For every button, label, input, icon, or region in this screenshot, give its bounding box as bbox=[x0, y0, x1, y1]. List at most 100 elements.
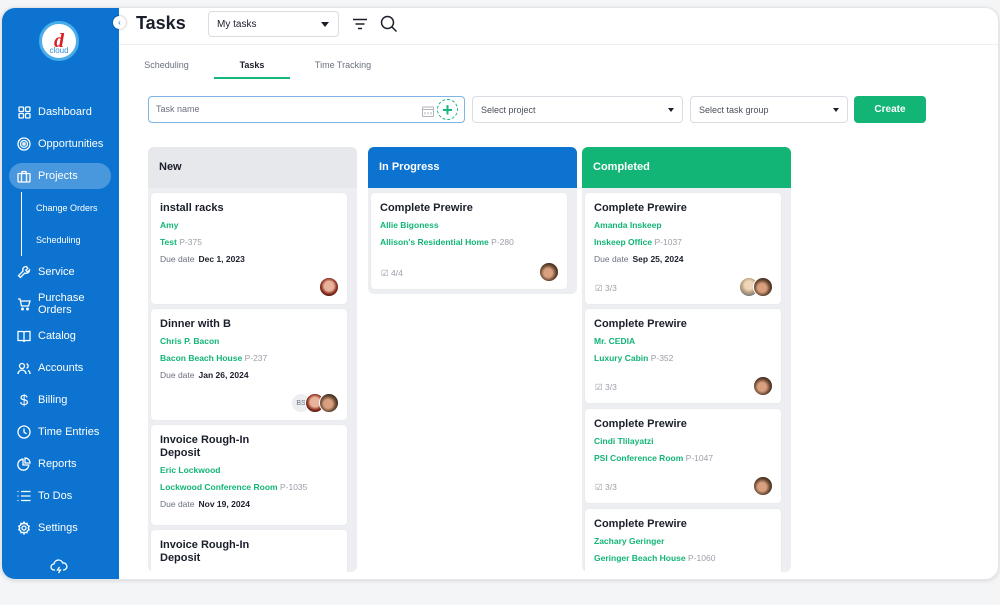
select-task-group-dropdown[interactable]: Select task group bbox=[690, 96, 848, 123]
assignee-avatars bbox=[539, 262, 559, 282]
create-button[interactable]: Create bbox=[854, 96, 926, 123]
avatar[interactable] bbox=[319, 393, 339, 413]
project-id: P-352 bbox=[650, 353, 674, 363]
target-icon bbox=[17, 137, 31, 151]
task-card[interactable]: Complete Prewire Cindi Tlilayatzi PSI Co… bbox=[585, 409, 781, 503]
task-project[interactable]: Inskeep Office P-1037 bbox=[594, 237, 772, 247]
task-view-select[interactable]: My tasks bbox=[208, 11, 339, 37]
task-card[interactable]: Invoice Rough-In Deposit bbox=[151, 530, 347, 572]
task-project[interactable]: Bacon Beach House P-237 bbox=[160, 353, 338, 363]
task-project[interactable]: Allison's Residential Home P-280 bbox=[380, 237, 558, 247]
task-due: Due date Sep 25, 2024 bbox=[594, 254, 772, 264]
task-name-input[interactable]: Task name bbox=[148, 96, 465, 123]
page-title: Tasks bbox=[136, 13, 186, 33]
sidebar-item-catalog[interactable]: Catalog bbox=[2, 320, 119, 352]
avatar[interactable] bbox=[753, 376, 773, 396]
caret-down-icon bbox=[668, 108, 674, 112]
task-contact[interactable]: Chris P. Bacon bbox=[160, 336, 338, 346]
task-title: Complete Prewire bbox=[594, 518, 687, 530]
task-project[interactable]: Geringer Beach House P-1060 bbox=[594, 553, 772, 563]
column-header: In Progress bbox=[368, 147, 577, 188]
sidebar-item-settings[interactable]: Settings bbox=[2, 512, 119, 544]
sidebar-item-label: Scheduling bbox=[36, 235, 81, 245]
task-project[interactable]: Luxury Cabin P-352 bbox=[594, 353, 772, 363]
tab-tasks[interactable]: Tasks bbox=[214, 53, 290, 79]
task-title: Invoice Rough-In Deposit bbox=[160, 539, 338, 565]
checklist-count: 3/3 bbox=[605, 482, 617, 492]
task-title: Dinner with B bbox=[160, 318, 231, 330]
sidebar-item-label: Purchase Orders bbox=[38, 292, 84, 316]
sidebar-item-billing[interactable]: $ Billing bbox=[2, 384, 119, 416]
filter-icon[interactable] bbox=[352, 17, 368, 35]
avatar[interactable] bbox=[319, 277, 339, 297]
column-header: Completed bbox=[582, 147, 791, 188]
sidebar-item-label: Catalog bbox=[38, 330, 76, 342]
task-card[interactable]: Dinner with B Chris P. Bacon Bacon Beach… bbox=[151, 309, 347, 420]
task-due: Due date Nov 19, 2024 bbox=[160, 499, 338, 509]
select-project-dropdown[interactable]: Select project bbox=[472, 96, 683, 123]
task-project[interactable]: PSI Conference Room P-1047 bbox=[594, 453, 772, 463]
project-name: Geringer Beach House bbox=[594, 553, 686, 563]
due-label: Due date bbox=[160, 370, 195, 380]
task-card[interactable]: Complete Prewire Mr. CEDIA Luxury Cabin … bbox=[585, 309, 781, 403]
sidebar-item-label: Time Entries bbox=[38, 426, 100, 438]
checklist-progress: ☑ 4/4 bbox=[381, 268, 403, 279]
task-card[interactable]: Complete Prewire Allie Bigoness Allison'… bbox=[371, 193, 567, 289]
task-card[interactable]: install racks Amy Test P-375 Due date Dec… bbox=[151, 193, 347, 304]
sidebar-item-dashboard[interactable]: Dashboard bbox=[2, 96, 119, 128]
sidebar-item-label: To Dos bbox=[38, 490, 73, 502]
project-id: P-237 bbox=[244, 353, 268, 363]
task-title: install racks bbox=[160, 202, 224, 214]
cloud-sync-icon[interactable] bbox=[50, 559, 68, 574]
task-contact[interactable]: Zachary Geringer bbox=[594, 536, 772, 546]
collapse-sidebar-button[interactable]: ‹ bbox=[113, 16, 126, 29]
checklist-progress: ☑ 3/3 bbox=[595, 382, 617, 393]
sidebar-item-service[interactable]: Service bbox=[2, 256, 119, 288]
tab-scheduling[interactable]: Scheduling bbox=[143, 53, 190, 79]
search-icon[interactable] bbox=[380, 15, 398, 38]
column-completed: Completed Complete Prewire Amanda Inskee… bbox=[582, 147, 791, 572]
sidebar-item-accounts[interactable]: Accounts bbox=[2, 352, 119, 384]
avatar[interactable] bbox=[753, 476, 773, 496]
title-line-1: Invoice Rough-In bbox=[160, 434, 250, 446]
sidebar-item-opportunities[interactable]: Opportunities bbox=[2, 128, 119, 160]
task-project[interactable]: Test P-375 bbox=[160, 237, 338, 247]
sidebar-item-change-orders[interactable]: Change Orders bbox=[22, 192, 119, 224]
avatar[interactable] bbox=[539, 262, 559, 282]
tab-time-tracking[interactable]: Time Tracking bbox=[313, 53, 373, 79]
select-project-placeholder: Select project bbox=[481, 105, 536, 115]
add-assignee-icon[interactable]: + bbox=[437, 99, 458, 120]
checklist-count: 3/3 bbox=[605, 283, 617, 293]
task-contact[interactable]: Cindi Tlilayatzi bbox=[594, 436, 772, 446]
project-name: Luxury Cabin bbox=[594, 353, 649, 363]
caret-down-icon bbox=[833, 108, 839, 112]
avatar[interactable] bbox=[753, 277, 773, 297]
sidebar-item-to-dos[interactable]: To Dos bbox=[2, 480, 119, 512]
task-title: Invoice Rough-In Deposit bbox=[160, 434, 338, 460]
dashboard-icon bbox=[17, 105, 31, 119]
task-card[interactable]: Complete Prewire Zachary Geringer Gering… bbox=[585, 509, 781, 572]
sidebar-item-projects[interactable]: Projects bbox=[9, 163, 111, 189]
project-id: P-1037 bbox=[654, 237, 682, 247]
task-contact[interactable]: Mr. CEDIA bbox=[594, 336, 772, 346]
sidebar-item-time-entries[interactable]: Time Entries bbox=[2, 416, 119, 448]
label-line-2: Orders bbox=[38, 304, 72, 316]
dcloud-logo[interactable]: d cloud bbox=[39, 21, 79, 61]
task-contact[interactable]: Amanda Inskeep bbox=[594, 220, 772, 230]
task-project[interactable]: Lockwood Conference Room P-1035 bbox=[160, 482, 338, 492]
sidebar-item-label: Service bbox=[38, 266, 75, 278]
task-due: Due date Dec 1, 2023 bbox=[160, 254, 338, 264]
calendar-icon[interactable] bbox=[422, 104, 434, 122]
task-card[interactable]: Invoice Rough-In Deposit Eric Lockwood Lo… bbox=[151, 425, 347, 525]
checkbox-icon: ☑ bbox=[595, 482, 603, 492]
sidebar-item-reports[interactable]: Reports bbox=[2, 448, 119, 480]
task-contact[interactable]: Eric Lockwood bbox=[160, 465, 338, 475]
task-contact[interactable]: Allie Bigoness bbox=[380, 220, 558, 230]
sidebar-item-scheduling[interactable]: Scheduling bbox=[22, 224, 119, 256]
book-icon bbox=[17, 329, 31, 343]
task-due: Due date Jan 26, 2024 bbox=[160, 370, 338, 380]
briefcase-icon bbox=[17, 169, 31, 183]
task-card[interactable]: Complete Prewire Amanda Inskeep Inskeep … bbox=[585, 193, 781, 304]
task-contact[interactable]: Amy bbox=[160, 220, 338, 230]
sidebar-item-purchase-orders[interactable]: Purchase Orders bbox=[2, 288, 119, 320]
